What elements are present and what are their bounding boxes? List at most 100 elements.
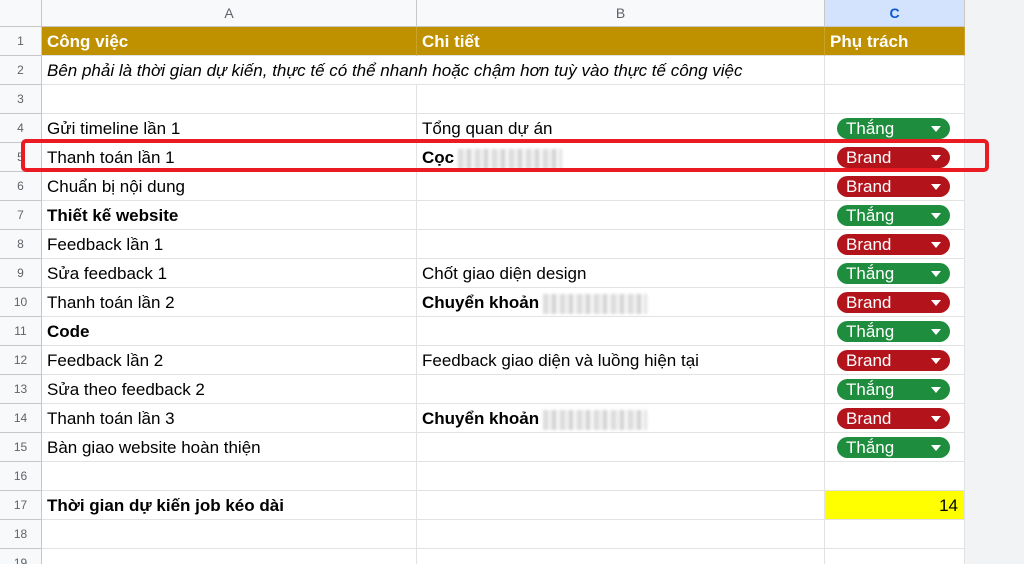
detail-cell[interactable] (417, 433, 825, 462)
dropdown-arrow-icon (931, 387, 941, 393)
note-cell[interactable]: Bên phải là thời gian dự kiến, thực tế c… (42, 56, 825, 85)
detail-cell[interactable] (417, 230, 825, 259)
row-header-14[interactable]: 14 (0, 404, 42, 433)
task-cell[interactable]: Thanh toán lần 3 (42, 404, 417, 433)
row-header-3[interactable]: 3 (0, 85, 42, 114)
row-header-10[interactable]: 10 (0, 288, 42, 317)
empty-cell[interactable] (417, 491, 825, 520)
empty-cell[interactable] (825, 549, 965, 564)
spreadsheet-grid: A B C 1 2 3 4 5 6 7 8 9 10 11 12 13 14 1… (0, 0, 965, 564)
chip-label: Thắng (846, 206, 895, 225)
task-cell[interactable]: Chuẩn bị nội dung (42, 172, 417, 201)
chip-label: Brand (846, 235, 892, 254)
chip-label: Brand (846, 177, 892, 196)
dropdown-arrow-icon (931, 445, 941, 451)
detail-cell[interactable]: Chuyển khoản (417, 404, 825, 433)
column-header-a[interactable]: A (42, 0, 417, 27)
task-cell[interactable]: Sửa theo feedback 2 (42, 375, 417, 404)
row-header-16[interactable]: 16 (0, 462, 42, 491)
owner-dropdown-chip[interactable]: Brand (837, 234, 950, 255)
empty-cell[interactable] (417, 462, 825, 491)
detail-cell[interactable] (417, 172, 825, 201)
owner-dropdown-chip[interactable]: Brand (837, 176, 950, 197)
dropdown-arrow-icon (931, 271, 941, 277)
task-cell[interactable]: Sửa feedback 1 (42, 259, 417, 288)
row-header-13[interactable]: 13 (0, 375, 42, 404)
row-header-11[interactable]: 11 (0, 317, 42, 346)
owner-dropdown-chip[interactable]: Thắng (837, 205, 950, 226)
detail-cell[interactable] (417, 317, 825, 346)
dropdown-arrow-icon (931, 358, 941, 364)
detail-text: Chuyển khoản (422, 293, 540, 312)
summary-value-cell[interactable]: 14 (825, 491, 965, 520)
dropdown-arrow-icon (931, 300, 941, 306)
detail-cell[interactable]: Feedback giao diện và luồng hiện tại (417, 346, 825, 375)
detail-cell[interactable]: Chuyển khoản (417, 288, 825, 317)
row-header-2[interactable]: 2 (0, 56, 42, 85)
dropdown-arrow-icon (931, 416, 941, 422)
empty-cell[interactable] (42, 549, 417, 564)
header-cell-chi-tiet[interactable]: Chi tiết (417, 27, 825, 56)
header-cell-phu-trach[interactable]: Phụ trách (825, 27, 965, 56)
owner-dropdown-chip[interactable]: Thắng (837, 321, 950, 342)
dropdown-arrow-icon (931, 126, 941, 132)
empty-cell[interactable] (42, 85, 417, 114)
empty-cell[interactable] (417, 85, 825, 114)
select-all-corner[interactable] (0, 0, 42, 27)
empty-cell[interactable] (417, 549, 825, 564)
row-header-12[interactable]: 12 (0, 346, 42, 375)
empty-cell[interactable] (825, 520, 965, 549)
task-cell[interactable]: Bàn giao website hoàn thiện (42, 433, 417, 462)
chip-label: Brand (846, 351, 892, 370)
row-header-1[interactable]: 1 (0, 27, 42, 56)
row-header-7[interactable]: 7 (0, 201, 42, 230)
task-cell[interactable]: Thanh toán lần 2 (42, 288, 417, 317)
owner-dropdown-chip[interactable]: Thắng (837, 263, 950, 284)
owner-dropdown-chip[interactable]: Thắng (837, 379, 950, 400)
owner-dropdown-chip[interactable]: Brand (837, 292, 950, 313)
chip-label: Thắng (846, 438, 895, 457)
row-header-17[interactable]: 17 (0, 491, 42, 520)
task-cell[interactable]: Feedback lần 1 (42, 230, 417, 259)
row-header-8[interactable]: 8 (0, 230, 42, 259)
detail-cell[interactable]: Chốt giao diện design (417, 259, 825, 288)
row-header-9[interactable]: 9 (0, 259, 42, 288)
column-header-b[interactable]: B (417, 0, 825, 27)
dropdown-arrow-icon (931, 242, 941, 248)
column-header-c[interactable]: C (825, 0, 965, 27)
row-header-18[interactable]: 18 (0, 520, 42, 549)
row-highlight-annotation (21, 139, 989, 172)
chip-label: Thắng (846, 119, 895, 138)
chip-label: Brand (846, 293, 892, 312)
empty-cell[interactable] (825, 85, 965, 114)
row-header-6[interactable]: 6 (0, 172, 42, 201)
task-cell[interactable]: Code (42, 317, 417, 346)
empty-cell[interactable] (825, 56, 965, 85)
row-header-19[interactable]: 19 (0, 549, 42, 564)
detail-cell[interactable] (417, 201, 825, 230)
summary-label-cell[interactable]: Thời gian dự kiến job kéo dài (42, 491, 417, 520)
owner-dropdown-chip[interactable]: Brand (837, 350, 950, 371)
dropdown-arrow-icon (931, 213, 941, 219)
owner-dropdown-chip[interactable]: Thắng (837, 118, 950, 139)
empty-cell[interactable] (42, 462, 417, 491)
redacted-amount (543, 409, 648, 430)
chip-label: Brand (846, 409, 892, 428)
owner-dropdown-chip[interactable]: Brand (837, 408, 950, 429)
chip-label: Thắng (846, 264, 895, 283)
empty-cell[interactable] (417, 520, 825, 549)
dropdown-arrow-icon (931, 329, 941, 335)
detail-text: Chuyển khoản (422, 409, 540, 428)
empty-cell[interactable] (825, 462, 965, 491)
header-cell-cong-viec[interactable]: Công việc (42, 27, 417, 56)
empty-cell[interactable] (42, 520, 417, 549)
owner-dropdown-chip[interactable]: Thắng (837, 437, 950, 458)
dropdown-arrow-icon (931, 184, 941, 190)
redacted-amount (543, 293, 648, 314)
task-cell[interactable]: Feedback lần 2 (42, 346, 417, 375)
chip-label: Thắng (846, 322, 895, 341)
row-header-15[interactable]: 15 (0, 433, 42, 462)
chip-label: Thắng (846, 380, 895, 399)
detail-cell[interactable] (417, 375, 825, 404)
task-cell[interactable]: Thiết kế website (42, 201, 417, 230)
